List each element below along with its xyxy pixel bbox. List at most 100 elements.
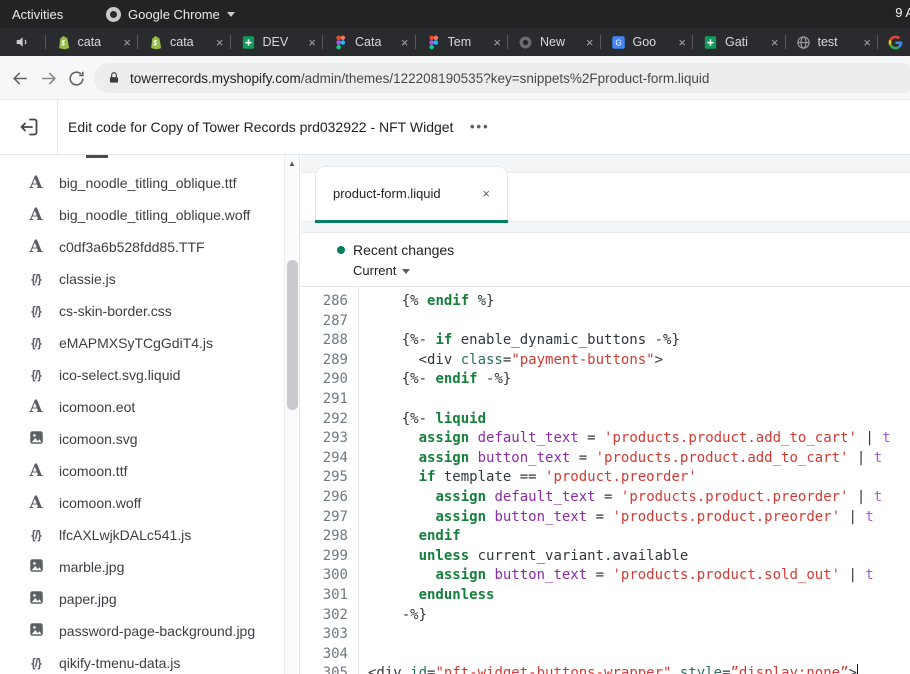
browser-tab[interactable]: New× — [507, 28, 600, 56]
file-row[interactable]: {/}eMAPMXSyTCgGdiT4.js — [0, 327, 299, 359]
browser-tab[interactable]: cata× — [137, 28, 230, 56]
code-line[interactable] — [368, 312, 910, 332]
code-file-icon: {/} — [26, 304, 46, 318]
svg-text:G: G — [615, 38, 621, 47]
code-line[interactable]: assign default_text = 'products.product.… — [368, 429, 910, 449]
exit-code-editor-button[interactable] — [0, 100, 58, 154]
line-number: 292 — [301, 410, 358, 430]
file-row[interactable]: paper.jpg — [0, 583, 299, 615]
code-line[interactable]: assign button_text = 'products.product.s… — [368, 566, 910, 586]
font-file-icon: A — [26, 175, 46, 192]
close-icon[interactable]: × — [771, 36, 779, 49]
system-clock[interactable]: 9 A — [895, 5, 910, 20]
file-name: lfcAXLwjkDALc541.js — [59, 527, 191, 543]
file-row[interactable]: Aicomoon.woff — [0, 487, 299, 519]
code-line[interactable]: if template == 'product.preorder' — [368, 468, 910, 488]
app-menu[interactable]: Google Chrome — [106, 0, 235, 28]
code-line[interactable]: endunless — [368, 586, 910, 606]
close-icon[interactable]: × — [216, 36, 224, 49]
code-line[interactable]: {%- liquid — [368, 410, 910, 430]
forward-button[interactable] — [36, 66, 60, 90]
browser-tab[interactable]: Tem× — [415, 28, 508, 56]
browser-tab-title: Cata — [355, 35, 394, 49]
browser-tab[interactable]: Gati× — [692, 28, 785, 56]
line-number: 304 — [301, 645, 358, 665]
file-row[interactable]: Aicomoon.ttf — [0, 455, 299, 487]
file-row[interactable]: {/}qikify-tmenu-data.js — [0, 647, 299, 674]
line-number: 303 — [301, 625, 358, 645]
dark-circle-icon — [518, 35, 533, 50]
browser-tab[interactable]: DEV× — [230, 28, 323, 56]
editor-tab[interactable]: product-form.liquid × — [315, 166, 508, 220]
code-line[interactable]: {%- endif -%} — [368, 370, 910, 390]
browser-tab[interactable]: cata× — [45, 28, 138, 56]
scrollbar-thumb[interactable] — [287, 260, 298, 410]
code-line[interactable] — [368, 625, 910, 645]
close-icon[interactable]: × — [863, 36, 871, 49]
browser-tab[interactable]: GGoo× — [600, 28, 693, 56]
scroll-up-arrow-icon[interactable]: ▲ — [285, 155, 299, 171]
file-sidebar: Abig_noodle_titling_oblique.ttfAbig_nood… — [0, 155, 300, 674]
lock-icon[interactable] — [107, 71, 121, 86]
file-row[interactable]: Abig_noodle_titling_oblique.woff — [0, 199, 299, 231]
file-name: icomoon.ttf — [59, 463, 127, 479]
file-row[interactable]: {/}ico-select.svg.liquid — [0, 359, 299, 391]
address-bar[interactable]: towerrecords.myshopify.com/admin/themes/… — [94, 63, 910, 93]
browser-tab[interactable]: Cata × — [322, 28, 415, 56]
file-name: icomoon.woff — [59, 495, 141, 511]
browser-tab[interactable]: test× — [785, 28, 878, 56]
close-icon[interactable]: × — [586, 36, 594, 49]
version-selector[interactable]: Current — [353, 263, 910, 278]
sidebar-scrollbar[interactable]: ▲ — [284, 155, 299, 674]
line-number: 286 — [301, 292, 358, 312]
file-row[interactable]: {/}cs-skin-border.css — [0, 295, 299, 327]
file-row[interactable]: {/}lfcAXLwjkDALc541.js — [0, 519, 299, 551]
close-icon[interactable]: × — [123, 36, 131, 49]
file-row[interactable]: password-page-background.jpg — [0, 615, 299, 647]
image-file-icon — [26, 590, 46, 608]
reload-button[interactable] — [64, 66, 88, 90]
code-line[interactable]: unless current_variant.available — [368, 547, 910, 567]
close-icon[interactable]: × — [308, 36, 316, 49]
file-name: ico-select.svg.liquid — [59, 367, 180, 383]
exit-icon — [18, 116, 40, 138]
code-line[interactable]: <div class="payment-buttons"> — [368, 351, 910, 371]
code-editor[interactable]: 2862872882892902912922932942952962972982… — [301, 287, 910, 674]
active-tab-underline — [315, 220, 508, 223]
close-icon[interactable]: × — [482, 186, 490, 201]
code-line[interactable]: assign button_text = 'products.product.p… — [368, 508, 910, 528]
file-row[interactable]: Ac0df3a6b528fdd85.TTF — [0, 231, 299, 263]
translate-icon: G — [611, 35, 626, 50]
browser-tab[interactable] — [877, 28, 910, 56]
close-icon[interactable]: × — [493, 36, 501, 49]
file-row[interactable]: marble.jpg — [0, 551, 299, 583]
code-line[interactable] — [368, 645, 910, 665]
code-line[interactable]: {%- if enable_dynamic_buttons -%} — [368, 331, 910, 351]
back-button[interactable] — [8, 66, 32, 90]
code-line[interactable]: -%} — [368, 606, 910, 626]
image-file-icon — [26, 622, 46, 640]
line-number: 300 — [301, 566, 358, 586]
more-actions-button[interactable]: ••• — [470, 119, 490, 134]
code-line[interactable]: <div id="nft-widget-buttons-wrapper" sty… — [368, 664, 910, 674]
editor-tab-label: product-form.liquid — [333, 186, 482, 201]
line-number-gutter: 2862872882892902912922932942952962972982… — [301, 287, 359, 674]
code-line[interactable]: {% endif %} — [368, 292, 910, 312]
line-number: 296 — [301, 488, 358, 508]
line-number: 305 — [301, 664, 358, 674]
recent-changes-label: Recent changes — [353, 242, 454, 258]
code-line[interactable]: assign button_text = 'products.product.a… — [368, 449, 910, 469]
close-icon[interactable]: × — [678, 36, 686, 49]
file-row[interactable]: Aicomoon.eot — [0, 391, 299, 423]
file-name: marble.jpg — [59, 559, 124, 575]
close-icon[interactable]: × — [401, 36, 409, 49]
line-number: 297 — [301, 508, 358, 528]
activities-button[interactable]: Activities — [12, 7, 63, 22]
line-number: 299 — [301, 547, 358, 567]
file-row[interactable]: {/}classie.js — [0, 263, 299, 295]
code-line[interactable]: endif — [368, 527, 910, 547]
code-line[interactable] — [368, 390, 910, 410]
file-row[interactable]: icomoon.svg — [0, 423, 299, 455]
file-row[interactable]: Abig_noodle_titling_oblique.ttf — [0, 167, 299, 199]
code-line[interactable]: assign default_text = 'products.product.… — [368, 488, 910, 508]
